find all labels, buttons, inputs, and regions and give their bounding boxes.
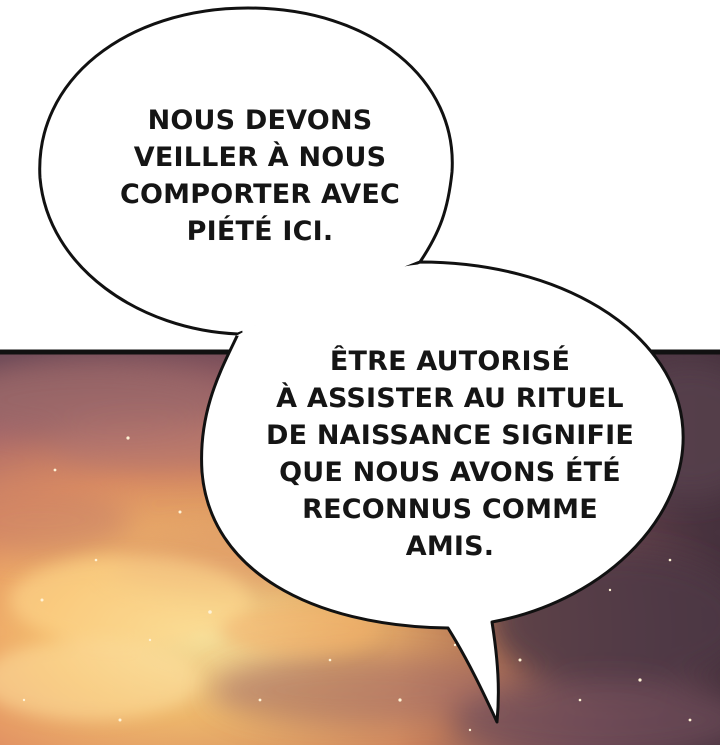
dialogue-line: RECONNUS COMME [302,494,598,525]
dialogue-line: VEILLER À NOUS [133,142,387,173]
dialogue-text-top: NOUS DEVONS VEILLER À NOUS COMPORTER AVEC P… [80,102,440,250]
dialogue-line: NOUS DEVONS [147,105,373,136]
dialogue-line: ÊTRE AUTORISÉ [329,346,571,377]
dialogue-text-bottom: ÊTRE AUTORISÉ À ASSISTER AU RITUEL DE NAIS… [250,343,650,565]
dialogue-line: AMIS. [405,531,495,562]
dialogue-line: DE NAISSANCE SIGNIFIE [265,420,635,451]
dialogue-line: QUE NOUS AVONS ÉTÉ [279,457,621,488]
dialogue-line: À ASSISTER AU RITUEL [276,383,624,414]
dialogue-line: COMPORTER AVEC [119,179,401,210]
comic-panel: NOUS DEVONS VEILLER À NOUS COMPORTER AVEC P… [0,0,720,745]
dialogue-line: PIÉTÉ ICI. [186,216,334,247]
